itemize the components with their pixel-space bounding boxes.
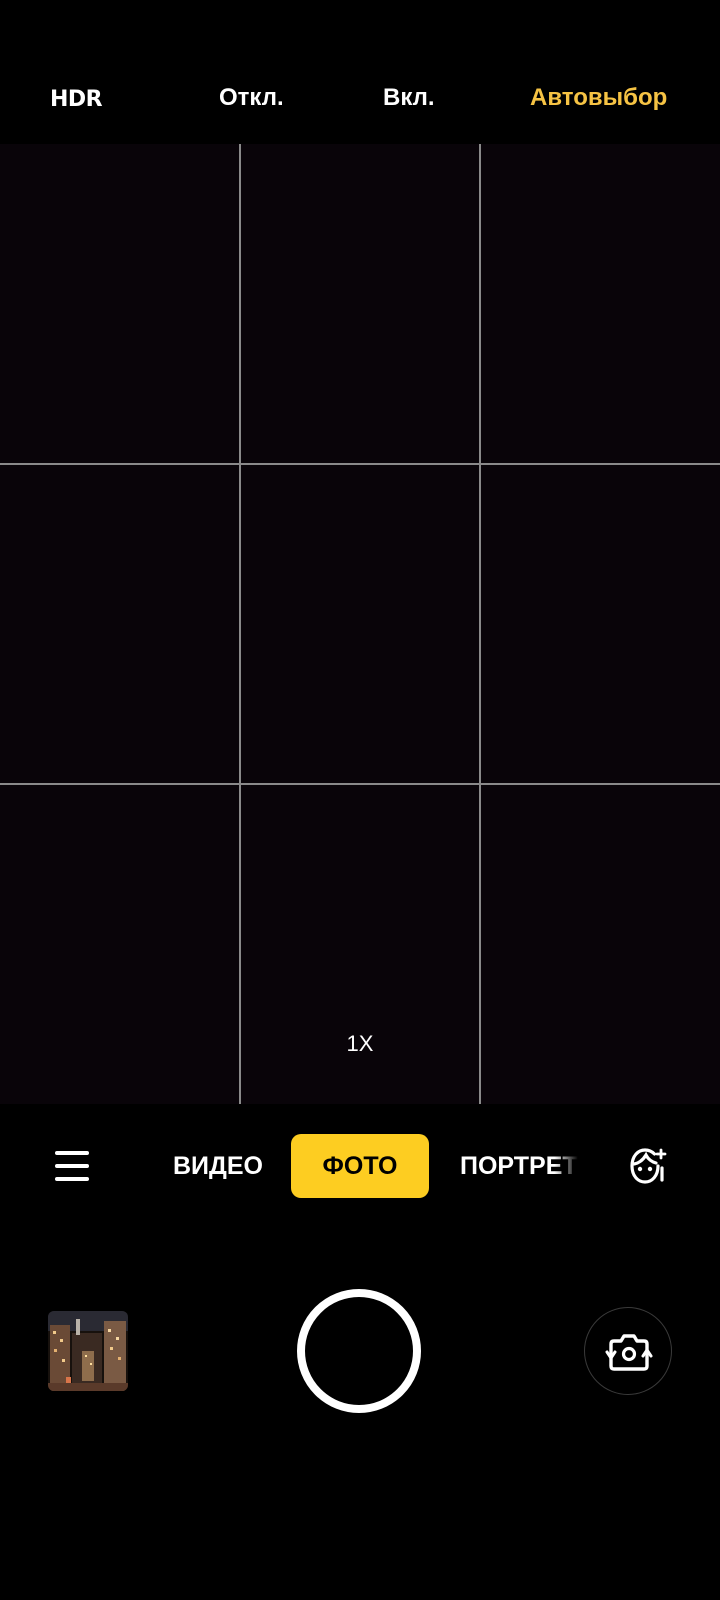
camera-viewfinder[interactable]: 1X: [0, 144, 720, 1104]
mode-video[interactable]: ВИДЕО: [173, 1134, 263, 1198]
grid-line: [239, 144, 241, 1104]
camera-controls: [0, 1234, 720, 1600]
mode-photo[interactable]: ФОТО: [291, 1134, 429, 1198]
grid-line: [0, 463, 720, 465]
gallery-thumbnail[interactable]: [48, 1311, 128, 1391]
switch-camera-button[interactable]: [584, 1307, 672, 1395]
hdr-option-auto[interactable]: Автовыбор: [530, 84, 667, 112]
hdr-bar: HDR Откл. Вкл. Автовыбор: [0, 0, 720, 144]
menu-icon[interactable]: [55, 1151, 89, 1181]
switch-camera-icon: [605, 1334, 653, 1371]
grid-line: [0, 783, 720, 785]
mode-bar: ВИДЕО ФОТО ПОРТРЕТ: [0, 1104, 720, 1234]
beauty-face-icon[interactable]: [628, 1144, 668, 1186]
mode-portrait[interactable]: ПОРТРЕТ: [460, 1134, 578, 1198]
grid-line: [479, 144, 481, 1104]
shutter-button[interactable]: [297, 1289, 421, 1413]
zoom-level[interactable]: 1X: [0, 1031, 720, 1057]
hdr-label: HDR: [50, 87, 103, 112]
hdr-option-off[interactable]: Откл.: [219, 84, 284, 112]
hdr-option-on[interactable]: Вкл.: [383, 84, 435, 112]
